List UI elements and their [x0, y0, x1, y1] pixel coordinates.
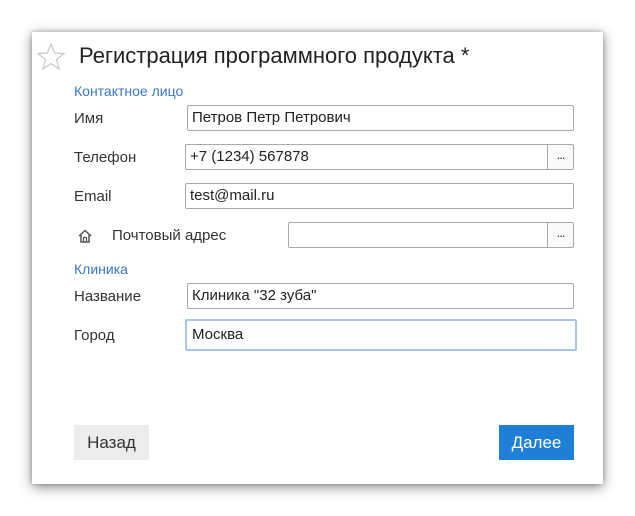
- section-clinic: Клиника: [74, 261, 128, 277]
- postal-address-field[interactable]: [288, 222, 548, 248]
- home-icon: [78, 229, 92, 243]
- phone-field[interactable]: +7 (1234) 567878: [185, 144, 548, 170]
- phone-choose-button[interactable]: ...: [548, 144, 574, 170]
- registration-dialog: Регистрация программного продукта * Конт…: [32, 32, 603, 484]
- postal-address-label: Почтовый адрес: [112, 227, 227, 244]
- city-label: Город: [74, 327, 115, 344]
- clinic-name-field[interactable]: Клиника "32 зуба": [187, 283, 574, 309]
- phone-label: Телефон: [74, 149, 137, 166]
- email-field[interactable]: test@mail.ru: [185, 183, 574, 209]
- next-button[interactable]: Далее: [499, 425, 574, 460]
- favorite-star-icon[interactable]: [36, 42, 66, 72]
- dialog-title: Регистрация программного продукта *: [79, 43, 470, 68]
- name-field[interactable]: Петров Петр Петрович: [187, 105, 574, 131]
- back-button[interactable]: Назад: [74, 425, 149, 460]
- email-label: Email: [74, 188, 112, 205]
- name-label: Имя: [74, 110, 104, 127]
- section-contact-person: Контактное лицо: [74, 83, 184, 99]
- city-field[interactable]: Москва: [185, 319, 577, 351]
- address-choose-button[interactable]: ...: [548, 222, 574, 248]
- clinic-name-label: Название: [74, 288, 142, 305]
